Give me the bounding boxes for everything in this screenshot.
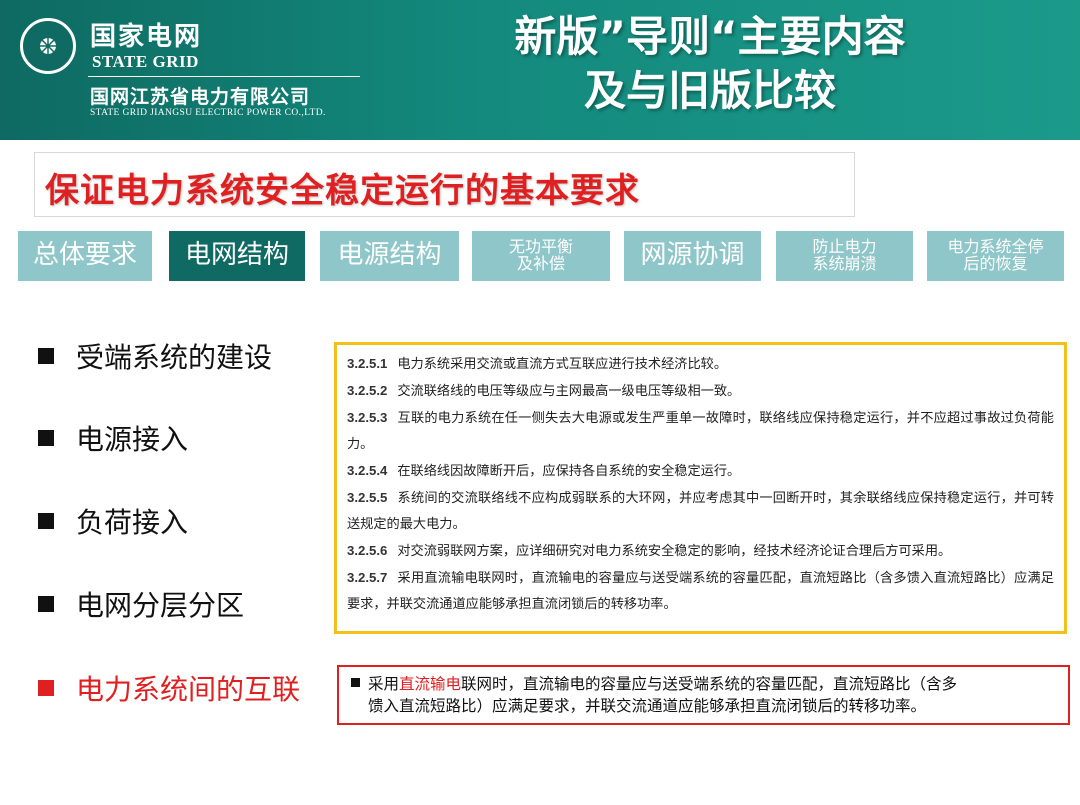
bullet-square-icon — [38, 348, 54, 364]
company-name-en: STATE GRID JIANGSU ELECTRIC POWER CO.,LT… — [90, 108, 326, 118]
clause-number: 3.2.5.3 — [347, 410, 388, 425]
clause-item: 3.2.5.7 采用直流输电联网时，直流输电的容量应与送受端系统的容量匹配，直流短… — [347, 565, 1054, 618]
tab-power-source-structure[interactable]: 电源结构 — [320, 231, 459, 281]
tab-grid-structure[interactable]: 电网结构 — [169, 231, 305, 281]
tab-grid-source-coordination[interactable]: 网源协调 — [624, 231, 761, 281]
note-prefix: 采用 — [368, 675, 400, 693]
list-item: 电源接入 — [38, 418, 188, 458]
clause-text: 系统间的交流联络线不应构成弱联系的大环网，并应考虑其中一回断开时，其余联络线应保… — [347, 491, 1054, 532]
bullet-square-icon — [38, 596, 54, 612]
slide-title-line1: 新版”导则“主要内容 — [514, 12, 906, 61]
section-heading-box: 保证电力系统安全稳定运行的基本要求 — [34, 152, 855, 217]
bullet-square-icon — [351, 678, 360, 687]
slide-title: 新版”导则“主要内容 及与旧版比较 — [400, 10, 1020, 118]
clause-text: 互联的电力系统在任一侧失去大电源或发生严重单一故障时，联络线应保持稳定运行，并不… — [347, 411, 1054, 452]
list-item-highlighted: 电力系统间的互联 — [38, 668, 300, 708]
list-item: 受端系统的建设 — [38, 336, 272, 376]
clause-text: 对交流弱联网方案，应详细研究对电力系统安全稳定的影响，经技术经济论证合理后方可采… — [397, 544, 952, 559]
brand-divider — [88, 76, 360, 77]
summary-note-box: 采用直流输电联网时，直流输电的容量应与送受端系统的容量匹配，直流短路比（含多 馈… — [337, 665, 1070, 725]
clause-number: 3.2.5.7 — [347, 570, 388, 585]
company-name-cn: 国网江苏省电力有限公司 — [90, 86, 311, 108]
clause-number: 3.2.5.2 — [347, 383, 388, 398]
list-item-label: 电源接入 — [76, 423, 189, 456]
clause-number: 3.2.5.1 — [347, 356, 388, 371]
clause-text: 采用直流输电联网时，直流输电的容量应与送受端系统的容量匹配，直流短路比（含多馈入… — [347, 571, 1054, 612]
brand-name-en: STATE GRID — [92, 52, 199, 71]
bullet-square-icon — [38, 430, 54, 446]
note-highlight: 直流输电 — [399, 675, 462, 693]
clause-item: 3.2.5.2 交流联络线的电压等级应与主网最高一级电压等级相一致。 — [347, 378, 1054, 405]
tab-reactive-power-balance[interactable]: 无功平衡 及补偿 — [472, 231, 610, 281]
note-rest: 联网时，直流输电的容量应与送受端系统的容量匹配，直流短路比（含多 — [461, 675, 958, 693]
tab-blackout-recovery[interactable]: 电力系统全停 后的恢复 — [927, 231, 1064, 281]
bullet-square-icon — [38, 513, 54, 529]
clauses-box: 3.2.5.1 电力系统采用交流或直流方式互联应进行技术经济比较。 3.2.5.2… — [334, 342, 1067, 634]
header-band: 国家电网 STATE GRID 国网江苏省电力有限公司 STATE GRID J… — [0, 0, 1080, 140]
clause-item: 3.2.5.6 对交流弱联网方案，应详细研究对电力系统安全稳定的影响，经技术经济论… — [347, 538, 1054, 565]
section-heading: 保证电力系统安全稳定运行的基本要求 — [45, 171, 640, 211]
clause-number: 3.2.5.4 — [347, 463, 388, 478]
clause-number: 3.2.5.5 — [347, 490, 388, 505]
clause-item: 3.2.5.4 在联络线因故障断开后，应保持各自系统的安全稳定运行。 — [347, 458, 1054, 485]
bullet-square-icon — [38, 680, 54, 696]
summary-note-line1: 采用直流输电联网时，直流输电的容量应与送受端系统的容量匹配，直流短路比（含多 — [351, 673, 1056, 695]
summary-note-line2: 馈入直流短路比）应满足要求，并联交流通道应能够承担直流闭锁后的转移功率。 — [368, 697, 927, 715]
list-item-label: 负荷接入 — [76, 506, 189, 539]
state-grid-logo-icon — [20, 18, 76, 74]
clause-item: 3.2.5.3 互联的电力系统在任一侧失去大电源或发生严重单一故障时，联络线应保持… — [347, 405, 1054, 458]
list-item: 负荷接入 — [38, 501, 188, 541]
tab-prevent-system-collapse[interactable]: 防止电力 系统崩溃 — [776, 231, 913, 281]
list-item-label: 电网分层分区 — [76, 589, 245, 622]
list-item: 电网分层分区 — [38, 584, 244, 624]
slide-title-line2: 及与旧版比较 — [583, 66, 836, 115]
clause-number: 3.2.5.6 — [347, 543, 388, 558]
list-item-label: 受端系统的建设 — [76, 341, 273, 374]
clause-text: 在联络线因故障断开后，应保持各自系统的安全稳定运行。 — [397, 464, 741, 479]
list-item-label: 电力系统间的互联 — [76, 673, 301, 706]
brand-name-cn: 国家电网 — [90, 22, 203, 52]
clause-text: 交流联络线的电压等级应与主网最高一级电压等级相一致。 — [397, 384, 741, 399]
clause-item: 3.2.5.1 电力系统采用交流或直流方式互联应进行技术经济比较。 — [347, 351, 1054, 378]
clause-text: 电力系统采用交流或直流方式互联应进行技术经济比较。 — [397, 357, 728, 372]
clause-item: 3.2.5.5 系统间的交流联络线不应构成弱联系的大环网，并应考虑其中一回断开时，… — [347, 485, 1054, 538]
tab-overall-requirements[interactable]: 总体要求 — [18, 231, 152, 281]
